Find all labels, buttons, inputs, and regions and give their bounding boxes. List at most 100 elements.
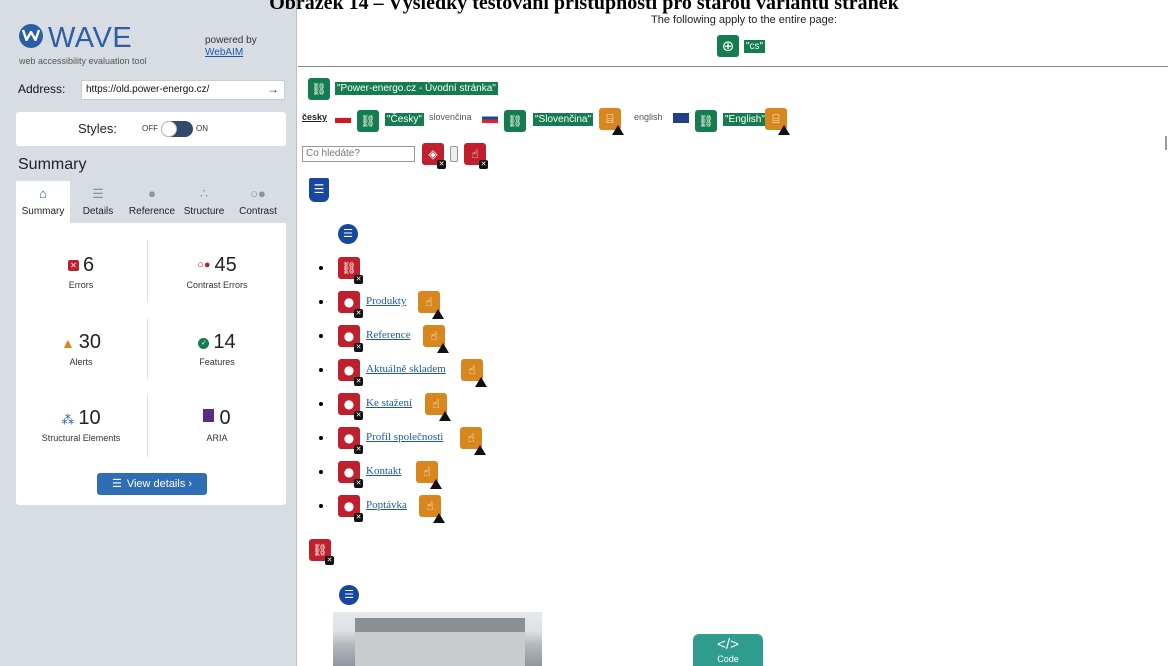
list-bullet: [319, 470, 323, 474]
address-input[interactable]: https://old.power-energo.cz/: [81, 80, 285, 100]
link-feature-icon[interactable]: ⛓: [695, 110, 717, 132]
view-details-button[interactable]: ☰ View details ›: [97, 473, 207, 495]
summary-heading: Summary: [18, 156, 87, 173]
stat-structural[interactable]: ⁂ 10 Structural Elements: [16, 390, 146, 467]
slovak-flag-icon: [482, 113, 498, 123]
aria-icon: [203, 409, 215, 422]
tab-summary-label: Summary: [21, 206, 65, 217]
alerts-label: Alerts: [69, 357, 93, 367]
error-x-icon: ✕: [354, 377, 363, 386]
warning-icon: [475, 377, 487, 387]
warning-icon: [430, 479, 442, 489]
submit-button[interactable]: [450, 146, 458, 162]
unordered-list-icon[interactable]: ☰: [339, 585, 359, 605]
contrast-icon: ○●: [250, 186, 266, 201]
annotated-page: The following apply to the entire page: …: [298, 0, 1168, 666]
tab-details[interactable]: ☰ Details: [70, 181, 126, 223]
styles-toggle[interactable]: [161, 121, 193, 137]
styles-label: Styles:: [78, 121, 118, 136]
scrollbar[interactable]: [1165, 136, 1167, 150]
warning-icon: [437, 343, 449, 353]
lang-link-slovencina[interactable]: slovenčina: [429, 112, 472, 122]
aria-label: ARIA: [206, 433, 228, 443]
stat-features[interactable]: ✓ 14 Features: [152, 314, 282, 391]
stat-aria[interactable]: 0 ARIA: [152, 390, 282, 467]
nav-link-aktualne-skladem[interactable]: Aktuálně skladem: [366, 363, 446, 375]
error-x-icon: ✕: [354, 309, 363, 318]
stat-contrast-errors[interactable]: ○● 45 Contrast Errors: [152, 237, 282, 314]
substation-photo: [333, 612, 542, 666]
lang-link-cesky[interactable]: česky: [302, 112, 327, 122]
powered-by-label: powered by: [205, 35, 257, 46]
error-x-icon: ✕: [354, 445, 363, 454]
structure-icon: ⁂: [61, 412, 75, 427]
figure-caption: Obrázek 14 – Výsledky testování přístupn…: [269, 0, 899, 14]
features-label: Features: [199, 357, 235, 367]
alt-tag-slovencina: "Slovenčina": [533, 113, 594, 126]
wave-logo-text: WAVE: [48, 22, 133, 54]
home-icon: ⌂: [39, 186, 47, 201]
error-x-icon: ✕: [354, 411, 363, 420]
error-x-icon: ✕: [437, 160, 446, 169]
list-icon: ☰: [111, 478, 122, 490]
divider: [147, 240, 148, 302]
stat-alerts[interactable]: ▲ 30 Alerts: [16, 314, 146, 391]
warning-icon: [612, 125, 624, 135]
list-bullet: [319, 504, 323, 508]
features-count: 14: [213, 331, 236, 353]
error-x-icon: ✕: [354, 513, 363, 522]
tab-contrast[interactable]: ○● Contrast: [230, 181, 286, 223]
nav-link-ke-stazeni[interactable]: Ke stažení: [366, 397, 412, 409]
nav-link-poptavka[interactable]: Poptávka: [366, 499, 407, 511]
errors-count: 6: [82, 254, 95, 276]
nav-link-profil-spolecnosti[interactable]: Profil společnosti: [366, 431, 443, 443]
address-bar: Address: https://old.power-energo.cz/ →: [15, 80, 285, 100]
list-bullet: [319, 300, 323, 304]
unordered-list-icon[interactable]: ☰: [338, 224, 358, 244]
building-wall: [355, 632, 525, 666]
warning-icon: [433, 513, 445, 523]
language-globe-icon[interactable]: ⊕: [717, 35, 739, 57]
tab-details-label: Details: [82, 206, 114, 217]
search-input[interactable]: Co hledáte?: [302, 146, 415, 162]
tab-structure[interactable]: ∴ Structure: [178, 181, 230, 223]
list-icon: ☰: [92, 186, 104, 201]
contrast-error-icon: ○●: [197, 259, 211, 271]
warning-icon: [439, 411, 451, 421]
go-arrow-icon[interactable]: →: [267, 82, 279, 96]
code-icon: </>: [717, 636, 739, 653]
error-x-icon: ✕: [354, 275, 363, 284]
tab-summary[interactable]: ⌂ Summary: [16, 181, 70, 223]
nav-landmark-icon[interactable]: ☰: [309, 178, 329, 202]
alt-tag-cesky: "Česky": [385, 113, 424, 126]
link-feature-icon[interactable]: ⛓: [504, 110, 526, 132]
feature-check-icon: ✓: [198, 338, 210, 349]
tab-reference[interactable]: ● Reference: [126, 181, 178, 223]
link-feature-icon[interactable]: ⛓: [308, 78, 330, 100]
lang-link-english[interactable]: english: [634, 112, 663, 122]
nav-link-kontakt[interactable]: Kontakt: [366, 465, 401, 477]
alt-tag-english: "English": [723, 113, 767, 126]
building-roof: [355, 618, 525, 632]
error-x-icon: ✕: [479, 160, 488, 169]
title-tag: "Power-energo.cz - Úvodní stránka": [335, 82, 498, 95]
summary-panel: ✕ 6 Errors ○● 45 Contrast Errors ▲ 30 Alert…: [16, 223, 286, 505]
link-feature-icon[interactable]: ⛓: [357, 110, 379, 132]
error-x-icon: ✕: [325, 556, 334, 565]
tab-structure-label: Structure: [183, 206, 225, 217]
tab-reference-label: Reference: [128, 206, 176, 217]
nav-link-produkty[interactable]: Produkty: [366, 295, 406, 307]
structural-label: Structural Elements: [41, 433, 121, 443]
code-toggle-button[interactable]: </> Code: [693, 634, 763, 666]
stat-errors[interactable]: ✕ 6 Errors: [16, 237, 146, 314]
webaim-link[interactable]: WebAIM: [205, 47, 243, 58]
error-x-icon: ✕: [354, 479, 363, 488]
tab-contrast-label: Contrast: [239, 206, 277, 217]
alerts-count: 30: [78, 331, 102, 353]
info-icon: ●: [148, 186, 156, 201]
styles-on-label: ON: [196, 124, 208, 133]
uk-flag-icon: [673, 113, 689, 123]
nav-link-reference[interactable]: Reference: [366, 329, 411, 341]
code-label: Code: [717, 654, 739, 664]
wave-logo-icon: [19, 24, 43, 48]
